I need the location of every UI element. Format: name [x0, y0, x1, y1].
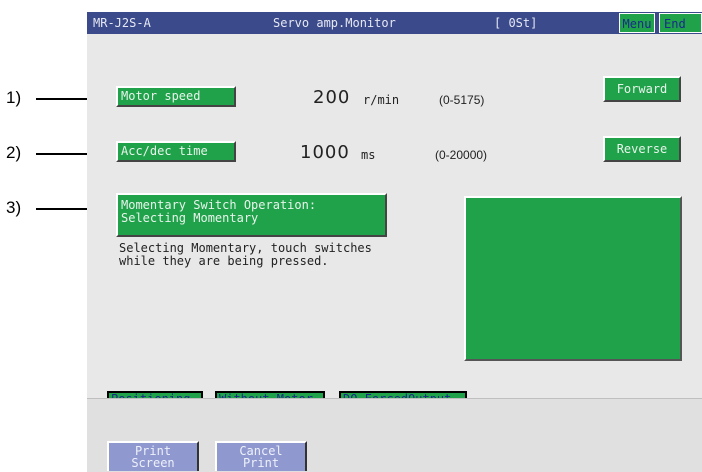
motor-speed-range: (0-5175) [439, 93, 485, 107]
end-button[interactable]: End [659, 13, 702, 33]
cancel-print-line-2: Print [242, 456, 280, 470]
screen-title: Servo amp.Monitor [273, 16, 396, 30]
station-status: [ 0St] [494, 16, 538, 30]
motor-speed-button[interactable]: Motor speed [116, 86, 236, 107]
print-screen-line-2: Screen [131, 456, 175, 470]
acc-dec-time-range: (0-20000) [435, 148, 488, 162]
mode-description: Selecting Momentary, touch switches whil… [119, 242, 372, 268]
motor-speed-unit: r/min [363, 93, 400, 107]
momentary-switch-operation-button[interactable]: Momentary Switch Operation: Selecting Mo… [116, 193, 387, 237]
momentary-switch-panel[interactable] [464, 196, 682, 361]
callout-number: 1) [6, 88, 22, 107]
mode-line-2: Selecting Momentary [121, 211, 259, 225]
callout-number: 3) [6, 198, 22, 217]
acc-dec-time-button[interactable]: Acc/dec time [116, 141, 236, 162]
motor-speed-value: 200 [313, 87, 351, 108]
model-name: MR-J2S-A [93, 16, 151, 30]
servo-monitor-screen: MR-J2S-A Servo amp.Monitor [ 0St] Menu E… [87, 12, 702, 472]
print-screen-button[interactable]: Print Screen [107, 441, 199, 471]
menu-button[interactable]: Menu [619, 13, 655, 33]
title-bar: MR-J2S-A Servo amp.Monitor [ 0St] Menu E… [87, 12, 702, 34]
acc-dec-time-value: 1000 [300, 142, 350, 163]
cancel-print-button[interactable]: Cancel Print [215, 441, 307, 471]
forward-button[interactable]: Forward [603, 76, 681, 102]
acc-dec-time-unit: ms [361, 148, 376, 162]
mode-description-line-2: while they are being pressed. [119, 254, 329, 268]
reverse-button[interactable]: Reverse [603, 136, 681, 162]
callout-number: 2) [6, 143, 22, 162]
